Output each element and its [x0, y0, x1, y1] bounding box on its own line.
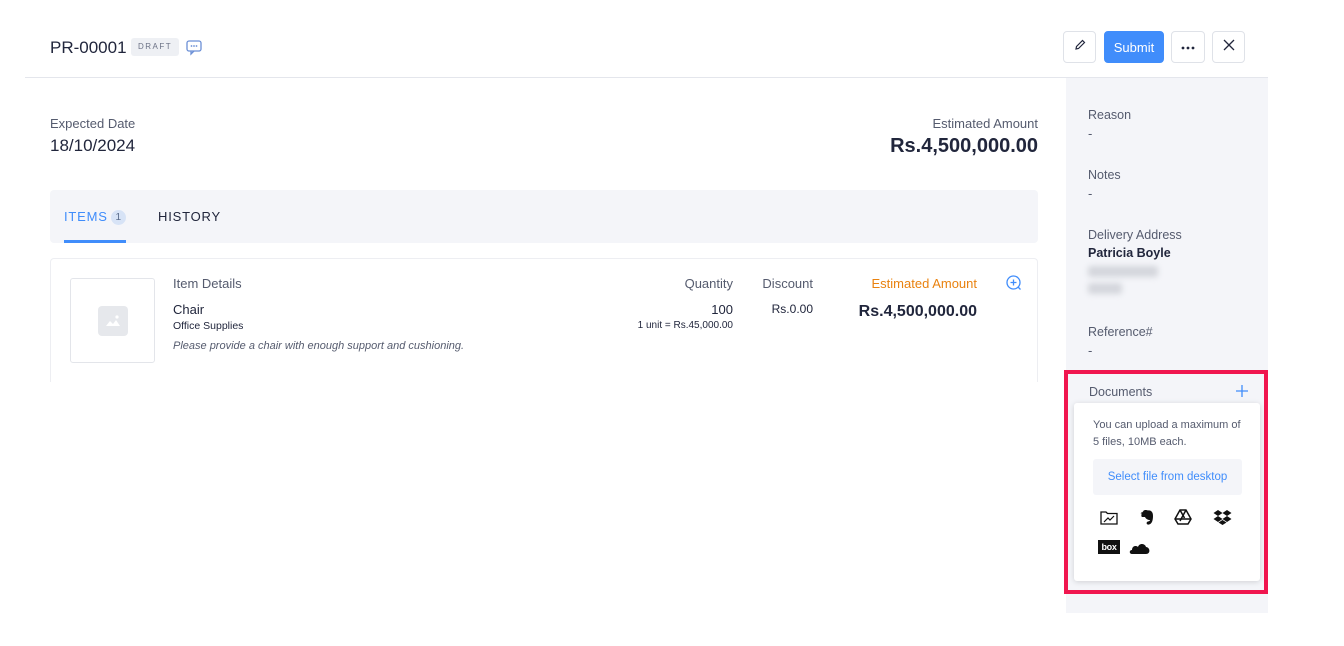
item-name: Chair [173, 302, 205, 317]
upload-popover: You can upload a maximum of 5 files, 10M… [1074, 403, 1260, 581]
add-column-icon[interactable] [1005, 274, 1023, 292]
onedrive-icon[interactable] [1129, 539, 1151, 557]
item-estimated-amount: Rs.4,500,000.00 [858, 303, 977, 320]
status-badge: DRAFT [131, 38, 180, 56]
ellipsis-icon [1180, 38, 1196, 56]
tab-items[interactable]: ITEMS 1 [64, 209, 126, 225]
google-drive-icon[interactable] [1172, 508, 1194, 526]
image-icon [97, 305, 128, 336]
column-header-estimated-amount: Estimated Amount [871, 276, 978, 291]
estimated-amount-value: Rs.4,500,000.00 [890, 135, 1038, 157]
pencil-icon [1073, 38, 1087, 57]
column-header-discount: Discount [762, 276, 813, 291]
select-file-button[interactable]: Select file from desktop [1093, 459, 1242, 495]
box-icon[interactable]: box [1098, 540, 1120, 554]
edit-button[interactable] [1063, 31, 1096, 63]
redacted-address-line [1088, 266, 1158, 277]
close-button[interactable] [1212, 31, 1245, 63]
more-options-button[interactable] [1171, 31, 1205, 63]
column-header-item-details: Item Details [173, 276, 242, 291]
documents-label: Documents [1089, 385, 1153, 399]
item-unit-price: 1 unit = Rs.45,000.00 [637, 320, 733, 331]
item-image-placeholder [70, 278, 155, 363]
close-icon [1222, 38, 1236, 57]
tab-history[interactable]: HISTORY [158, 209, 221, 224]
reason-value: - [1088, 126, 1093, 141]
evernote-icon[interactable] [1136, 508, 1158, 526]
tab-items-count: 1 [110, 210, 126, 225]
reference-label: Reference# [1088, 325, 1153, 339]
estimated-amount-label: Estimated Amount [932, 116, 1039, 131]
notes-value: - [1088, 186, 1093, 201]
reference-value: - [1088, 343, 1093, 358]
upload-help-text: You can upload a maximum of 5 files, 10M… [1093, 419, 1241, 448]
item-quantity: 100 [711, 302, 733, 317]
notes-label: Notes [1088, 168, 1121, 182]
items-table: Item Details Quantity Discount Estimated… [50, 258, 1038, 382]
delivery-address-label: Delivery Address [1088, 228, 1182, 242]
comment-icon[interactable] [185, 38, 203, 56]
item-category: Office Supplies [173, 320, 244, 332]
submit-button[interactable]: Submit [1104, 31, 1164, 63]
expected-date-label: Expected Date [50, 116, 136, 131]
tab-bar: ITEMS 1 HISTORY [50, 190, 1038, 243]
delivery-name: Patricia Boyle [1088, 246, 1171, 260]
page-header: PR-00001 DRAFT Submit [25, 0, 1268, 78]
page-title: PR-00001 [50, 38, 127, 57]
expected-date-value: 18/10/2024 [50, 136, 136, 155]
reason-label: Reason [1088, 108, 1132, 122]
folder-icon[interactable] [1098, 508, 1120, 526]
item-description: Please provide a chair with enough suppo… [173, 340, 465, 352]
item-discount: Rs.0.00 [771, 302, 813, 316]
active-tab-indicator [64, 240, 126, 243]
dropbox-icon[interactable] [1211, 508, 1233, 526]
column-header-quantity: Quantity [684, 276, 733, 291]
redacted-address-line [1088, 283, 1122, 294]
add-document-icon[interactable] [1234, 383, 1250, 399]
tab-items-label: ITEMS [64, 209, 108, 224]
